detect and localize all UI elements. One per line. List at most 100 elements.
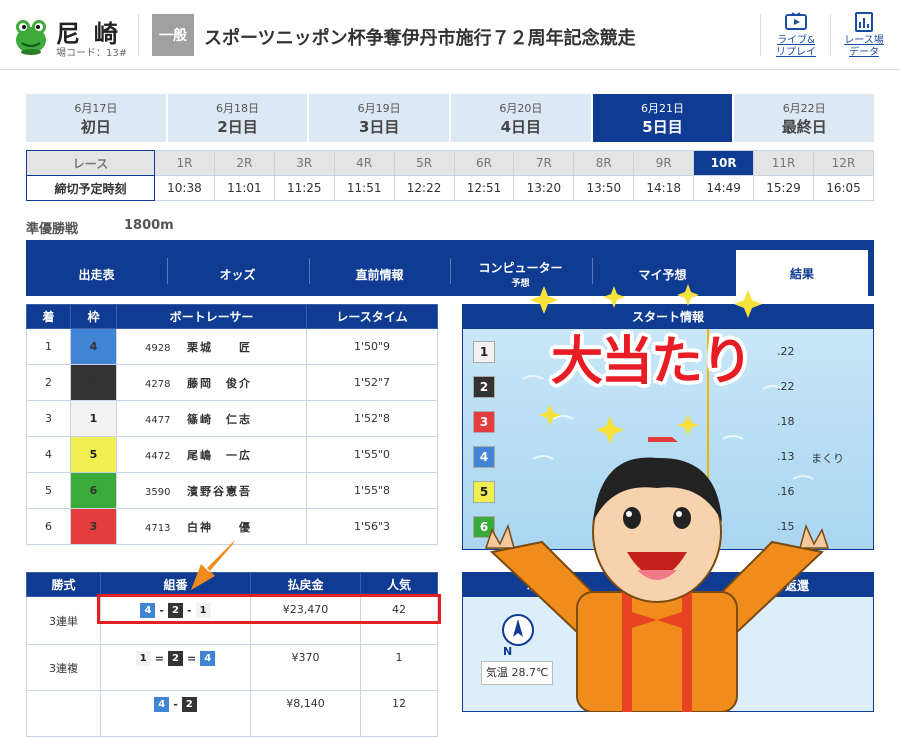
- race-schedule-table: レース 1R 2R 3R 4R 5R 6R 7R 8R 9R 10R 11R 12R 締切予定時刻 1…: [26, 150, 875, 201]
- racer-reg-number: 4928: [145, 342, 171, 354]
- day-tab-label: 初日: [80, 117, 111, 136]
- race-tab-3[interactable]: 3R: [273, 150, 335, 176]
- race-time: 1'50"9: [306, 328, 438, 365]
- tab-odds[interactable]: オッズ: [167, 252, 308, 296]
- day-tabs: 6月17日 初日 6月18日 2日目 6月19日 3日目 6月20日 4日目 6月21日…: [26, 94, 875, 142]
- site-header: 尼崎 場コード：13# 一般 スポーツニッポン杯争奪伊丹市施行７２周年記念競走 …: [0, 0, 900, 70]
- venue-data-button[interactable]: レース場 データ: [830, 8, 898, 64]
- racer-reg-number: 4472: [145, 450, 171, 462]
- frog-mascot-icon: [16, 20, 46, 55]
- start-lane-number: 1: [473, 341, 495, 363]
- result-row: 4 5 4472 尾嶋 一広 1'55"0: [26, 436, 438, 473]
- deadline-time: 11:51: [333, 175, 395, 201]
- day-tab-3[interactable]: 6月19日 3日目: [309, 94, 450, 142]
- finish-rank: 3: [26, 400, 71, 437]
- grade-badge: 一般: [152, 14, 194, 56]
- race-time: 1'52"8: [306, 400, 438, 437]
- deadline-header: 締切予定時刻: [26, 175, 155, 201]
- venue-data-label-2: データ: [849, 47, 879, 58]
- race-time: 1'55"0: [306, 436, 438, 473]
- deadline-time: 15:29: [753, 175, 814, 201]
- popularity: 12: [360, 690, 438, 737]
- divider: [760, 14, 761, 56]
- day-tab-date: 6月21日: [641, 101, 685, 115]
- combo-boat-number: 2: [168, 651, 183, 666]
- col-payout: 払戻金: [250, 572, 361, 597]
- day-tab-2[interactable]: 6月18日 2日目: [167, 94, 308, 142]
- winning-highlight-box: [97, 594, 441, 624]
- racer-cell[interactable]: 3590 濱野谷憲吾: [116, 472, 307, 509]
- race-tab-4[interactable]: 4R: [333, 150, 395, 176]
- payout-row: 3連複 1 = 2 = 4 ¥370 1: [26, 644, 438, 691]
- live-replay-button[interactable]: ライブ& リプレイ: [762, 8, 830, 64]
- race-tab-10[interactable]: 10R: [693, 150, 755, 176]
- deadline-time: 11:01: [213, 175, 275, 201]
- racer-cell[interactable]: 4477 篠崎 仁志: [116, 400, 307, 437]
- racer-name: 白神 優: [187, 520, 252, 534]
- racer-name: 尾嶋 一広: [187, 448, 252, 462]
- result-row: 5 6 3590 濱野谷憲吾 1'55"8: [26, 472, 438, 509]
- day-tab-1[interactable]: 6月17日 初日: [26, 94, 166, 142]
- racer-cell[interactable]: 4928 栗城 匠: [116, 328, 307, 365]
- live-replay-label-2: リプレイ: [776, 47, 816, 58]
- race-time: 1'55"8: [306, 472, 438, 509]
- deadline-time: 12:22: [393, 175, 455, 201]
- day-tab-date: 6月20日: [499, 101, 543, 115]
- race-tab-8[interactable]: 8R: [573, 150, 635, 176]
- combo-boat-number: 1: [135, 651, 151, 666]
- finish-rank: 4: [26, 436, 71, 473]
- race-tab-2[interactable]: 2R: [213, 150, 275, 176]
- tab-entry-list[interactable]: 出走表: [26, 252, 167, 296]
- bet-type: [26, 690, 101, 737]
- finish-rank: 5: [26, 472, 71, 509]
- day-tab-6[interactable]: 6月22日 最終日: [734, 94, 875, 142]
- race-title: スポーツニッポン杯争奪伊丹市施行７２周年記念競走: [204, 28, 636, 49]
- bet-type: 3連複: [26, 644, 101, 691]
- day-tab-label: 5日目: [642, 117, 683, 136]
- day-tab-5[interactable]: 6月21日 5日目: [592, 94, 733, 142]
- day-tab-label: 3日目: [358, 117, 400, 136]
- result-table: 着 枠 ボートレーサー レースタイム 1 4 4928 栗城 匠 1'50"9 2 2 427…: [26, 304, 438, 545]
- deadline-time: 13:50: [573, 175, 635, 201]
- combo-separator: =: [154, 651, 164, 665]
- race-stage: 準優勝戦: [26, 222, 79, 237]
- race-tab-1[interactable]: 1R: [154, 150, 215, 176]
- popularity: 1: [360, 644, 438, 691]
- racer-name: 篠崎 仁志: [187, 412, 252, 426]
- race-time: 1'52"7: [306, 364, 438, 401]
- deadline-time: 13:20: [513, 175, 575, 201]
- race-tab-5[interactable]: 5R: [393, 150, 455, 176]
- race-tab-6[interactable]: 6R: [453, 150, 515, 176]
- race-tab-11[interactable]: 11R: [753, 150, 814, 176]
- jackpot-text: 大当たり: [550, 331, 753, 392]
- racer-cell[interactable]: 4278 藤岡 俊介: [116, 364, 307, 401]
- deadline-time: 14:49: [693, 175, 755, 201]
- tab-label: マイ予想: [638, 267, 687, 282]
- col-waku: 枠: [70, 304, 117, 329]
- race-tab-9[interactable]: 9R: [633, 150, 695, 176]
- chart-data-icon: [855, 12, 873, 32]
- boat-number: 2: [70, 364, 117, 401]
- racer-reg-number: 3590: [145, 486, 171, 498]
- venue-code: 場コード：13#: [56, 48, 128, 59]
- payout-amount: ¥8,140: [250, 690, 361, 737]
- day-tab-4[interactable]: 6月20日 4日目: [451, 94, 591, 142]
- race-time: 1'56"3: [306, 508, 438, 545]
- deadline-time: 11:25: [273, 175, 335, 201]
- col-popularity: 人気: [360, 572, 438, 597]
- combination: 1 = 2 = 4: [100, 644, 251, 691]
- race-tab-7[interactable]: 7R: [513, 150, 575, 176]
- racer-cell[interactable]: 4472 尾嶋 一広: [116, 436, 307, 473]
- venue-data-label-1: レース場: [844, 35, 884, 46]
- divider: [138, 14, 139, 56]
- race-tab-12[interactable]: 12R: [812, 150, 875, 176]
- tv-play-icon: [785, 12, 807, 30]
- race-header: レース: [26, 150, 155, 176]
- payout-amount: ¥370: [250, 644, 361, 691]
- tab-label: 直前情報: [355, 267, 404, 282]
- boat-number: 4: [70, 328, 117, 365]
- finish-rank: 2: [26, 364, 71, 401]
- start-lane-number: 2: [473, 376, 495, 398]
- deadline-time: 10:38: [154, 175, 215, 201]
- tab-pre-race-info[interactable]: 直前情報: [309, 252, 450, 296]
